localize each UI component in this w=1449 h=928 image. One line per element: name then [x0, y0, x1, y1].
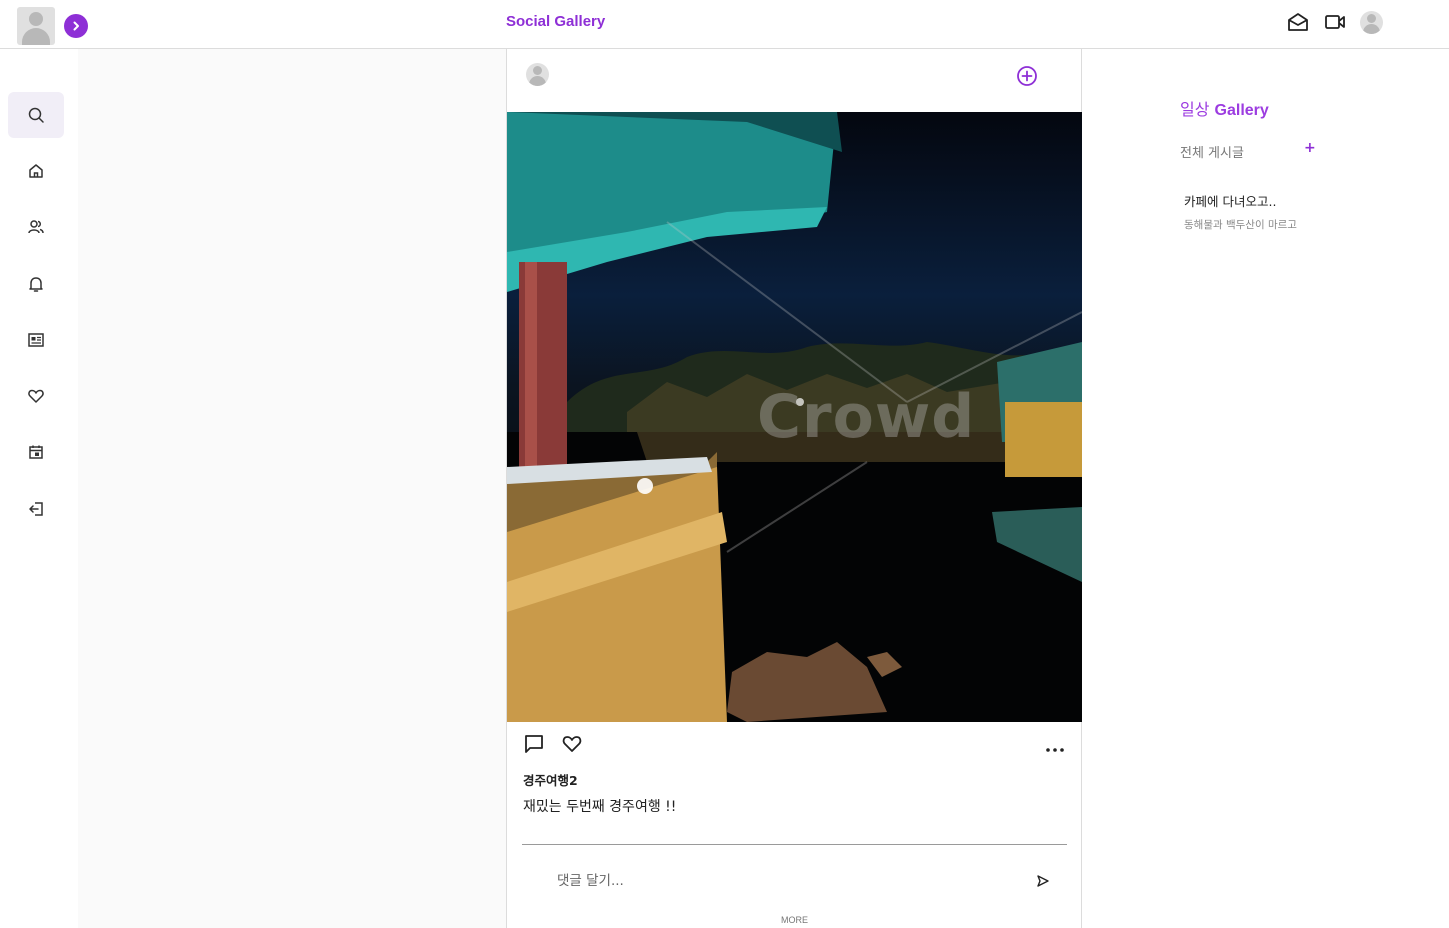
top-bar: Social Gallery — [0, 0, 1449, 49]
post-title: 경주여행2 — [523, 773, 578, 788]
photo-watermark: Crowd — [757, 382, 976, 452]
more-options-button[interactable] — [1045, 739, 1065, 758]
heart-icon — [28, 389, 44, 403]
dots-horizontal-icon — [1046, 748, 1064, 752]
app-title[interactable]: Social Gallery — [506, 13, 605, 30]
newspaper-icon — [28, 333, 44, 347]
more-link[interactable]: MORE — [507, 915, 1082, 925]
video-icon[interactable] — [1324, 11, 1346, 33]
gallery-item-subtitle: 동해물과 백두산이 마르고 — [1184, 219, 1297, 231]
post-body: 재밌는 두번째 경주여행 !! — [523, 799, 677, 815]
send-comment-button[interactable] — [1036, 873, 1050, 892]
mail-icon[interactable] — [1287, 11, 1309, 33]
add-post-button[interactable] — [1016, 65, 1038, 87]
post-photo[interactable]: Crowd — [507, 112, 1082, 722]
users-icon — [28, 220, 44, 234]
sidebar-item-search[interactable] — [8, 92, 64, 138]
gallery-title-en: Gallery — [1214, 102, 1269, 119]
sidebar-item-notifications[interactable] — [8, 261, 64, 307]
like-heart-icon[interactable] — [561, 733, 583, 755]
gallery-title: 일상 Gallery — [1180, 96, 1269, 120]
post-author-avatar[interactable] — [526, 63, 549, 86]
plus-circle-icon — [1017, 66, 1037, 86]
user-avatar-icon[interactable] — [1360, 11, 1383, 34]
post-card: Crowd 경주여행2 재밌는 두번째 경주여행 !! MORE — [506, 49, 1082, 928]
all-posts-link[interactable]: 전체 게시글 — [1180, 142, 1244, 161]
logout-icon — [29, 502, 43, 516]
sidebar-item-home[interactable] — [8, 148, 64, 194]
home-icon — [29, 164, 43, 178]
gallery-panel: 일상 Gallery 전체 게시글 + 카페에 다녀오고.. 동해물과 백두산이… — [1082, 49, 1449, 928]
expand-sidebar-button[interactable] — [64, 14, 88, 38]
sidebar — [0, 49, 78, 928]
bell-icon — [29, 277, 43, 292]
sidebar-item-logout[interactable] — [8, 486, 64, 532]
gallery-title-ko: 일상 — [1180, 100, 1210, 119]
add-category-button[interactable]: + — [1304, 140, 1316, 156]
calendar-icon — [29, 445, 43, 459]
comment-icon[interactable] — [523, 733, 545, 755]
gallery-item-title[interactable]: 카페에 다녀오고.. — [1184, 191, 1276, 210]
comment-input[interactable] — [557, 869, 1017, 893]
sidebar-item-calendar[interactable] — [8, 429, 64, 475]
send-icon — [1037, 875, 1049, 887]
sidebar-item-friends[interactable] — [8, 204, 64, 250]
divider — [522, 844, 1067, 845]
sidebar-item-feed[interactable] — [8, 317, 64, 363]
profile-avatar-icon[interactable] — [17, 7, 55, 45]
search-icon — [28, 107, 44, 123]
sidebar-item-likes[interactable] — [8, 373, 64, 419]
post-actions — [523, 733, 583, 755]
chevron-right-icon — [73, 21, 79, 31]
